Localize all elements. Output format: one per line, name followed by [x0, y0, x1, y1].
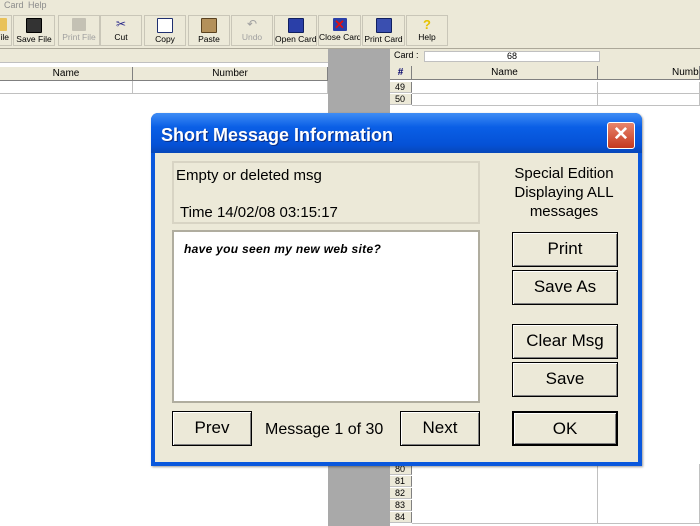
- open-file-button[interactable]: File: [0, 15, 12, 46]
- table-cell[interactable]: [598, 464, 700, 524]
- card-value: 68: [424, 51, 600, 62]
- cut-button[interactable]: ✂ Cut: [100, 15, 142, 46]
- print-card-button[interactable]: Print Card: [362, 15, 405, 46]
- column-header-blank: [0, 49, 328, 63]
- undo-button[interactable]: ↶ Undo: [231, 15, 273, 46]
- print-card-icon: [375, 18, 392, 33]
- help-button[interactable]: ? Help: [406, 15, 448, 46]
- table-cell[interactable]: [0, 81, 133, 94]
- row-number[interactable]: 50: [390, 94, 412, 105]
- paste-button[interactable]: Paste: [188, 15, 230, 46]
- column-header-number[interactable]: Numb: [598, 66, 700, 80]
- copy-button[interactable]: Copy: [144, 15, 186, 46]
- message-status: Empty or deleted msg: [176, 167, 322, 184]
- row-number[interactable]: 82: [390, 488, 412, 499]
- row-number[interactable]: 49: [390, 82, 412, 93]
- menu-bar: Card Help: [0, 0, 700, 12]
- row-number[interactable]: 83: [390, 500, 412, 511]
- next-button[interactable]: Next: [400, 411, 480, 446]
- message-info-box: Empty or deleted msg Time 14/02/08 03:15…: [172, 161, 480, 224]
- short-message-dialog: Short Message Information ✕ Empty or del…: [151, 113, 642, 466]
- save-as-button[interactable]: Save As: [512, 270, 618, 305]
- table-cell[interactable]: [133, 81, 328, 94]
- row-number[interactable]: 84: [390, 512, 412, 523]
- clipboard-icon: [201, 18, 217, 33]
- table-cell[interactable]: [412, 464, 598, 524]
- card-info-bar: Card : 68: [390, 49, 700, 63]
- sim-card-icon: [287, 18, 304, 33]
- undo-icon: ↶: [246, 17, 258, 31]
- menu-help[interactable]: Help: [28, 0, 47, 11]
- column-header-name[interactable]: Name: [412, 66, 598, 80]
- column-header-name[interactable]: Name: [0, 67, 133, 81]
- prev-button[interactable]: Prev: [172, 411, 252, 446]
- dialog-body: Empty or deleted msg Time 14/02/08 03:15…: [155, 153, 638, 462]
- folder-icon: [0, 18, 7, 31]
- close-card-button[interactable]: ✕ Close Card: [318, 15, 361, 46]
- toolbar: File Save File Print File ✂ Cut Copy Pas…: [0, 12, 700, 49]
- special-edition-note: Special Edition Displaying ALL messages: [514, 165, 614, 220]
- message-time: Time 14/02/08 03:15:17: [180, 204, 338, 221]
- save-button[interactable]: Save: [512, 362, 618, 397]
- table-cell[interactable]: [412, 94, 598, 106]
- close-card-icon: ✕: [332, 17, 347, 32]
- ok-button[interactable]: OK: [512, 411, 618, 446]
- save-file-button[interactable]: Save File: [13, 15, 55, 46]
- message-text: have you seen my new web site?: [184, 242, 382, 256]
- close-icon: ✕: [613, 124, 629, 145]
- column-header-number[interactable]: Number: [133, 67, 328, 81]
- floppy-disk-icon: [26, 18, 42, 33]
- dialog-titlebar[interactable]: Short Message Information ✕: [151, 113, 642, 153]
- help-icon: ?: [423, 17, 431, 32]
- card-label: Card :: [394, 50, 419, 60]
- copy-icon: [157, 18, 173, 33]
- clear-msg-button[interactable]: Clear Msg: [512, 324, 618, 359]
- print-file-button[interactable]: Print File: [58, 15, 100, 46]
- dialog-title: Short Message Information: [161, 125, 394, 145]
- print-button[interactable]: Print: [512, 232, 618, 267]
- message-counter: Message 1 of 30: [265, 421, 384, 438]
- printer-icon: [72, 18, 86, 31]
- row-number[interactable]: 81: [390, 476, 412, 487]
- message-text-area[interactable]: have you seen my new web site?: [172, 230, 480, 403]
- menu-card[interactable]: Card: [4, 0, 24, 11]
- open-card-button[interactable]: Open Card: [274, 15, 317, 46]
- table-cell[interactable]: [598, 94, 700, 106]
- scissors-icon: ✂: [115, 17, 127, 31]
- table-cell[interactable]: [412, 82, 598, 94]
- close-button[interactable]: ✕: [607, 122, 635, 149]
- table-cell[interactable]: [598, 82, 700, 94]
- column-header-index[interactable]: #: [390, 66, 412, 80]
